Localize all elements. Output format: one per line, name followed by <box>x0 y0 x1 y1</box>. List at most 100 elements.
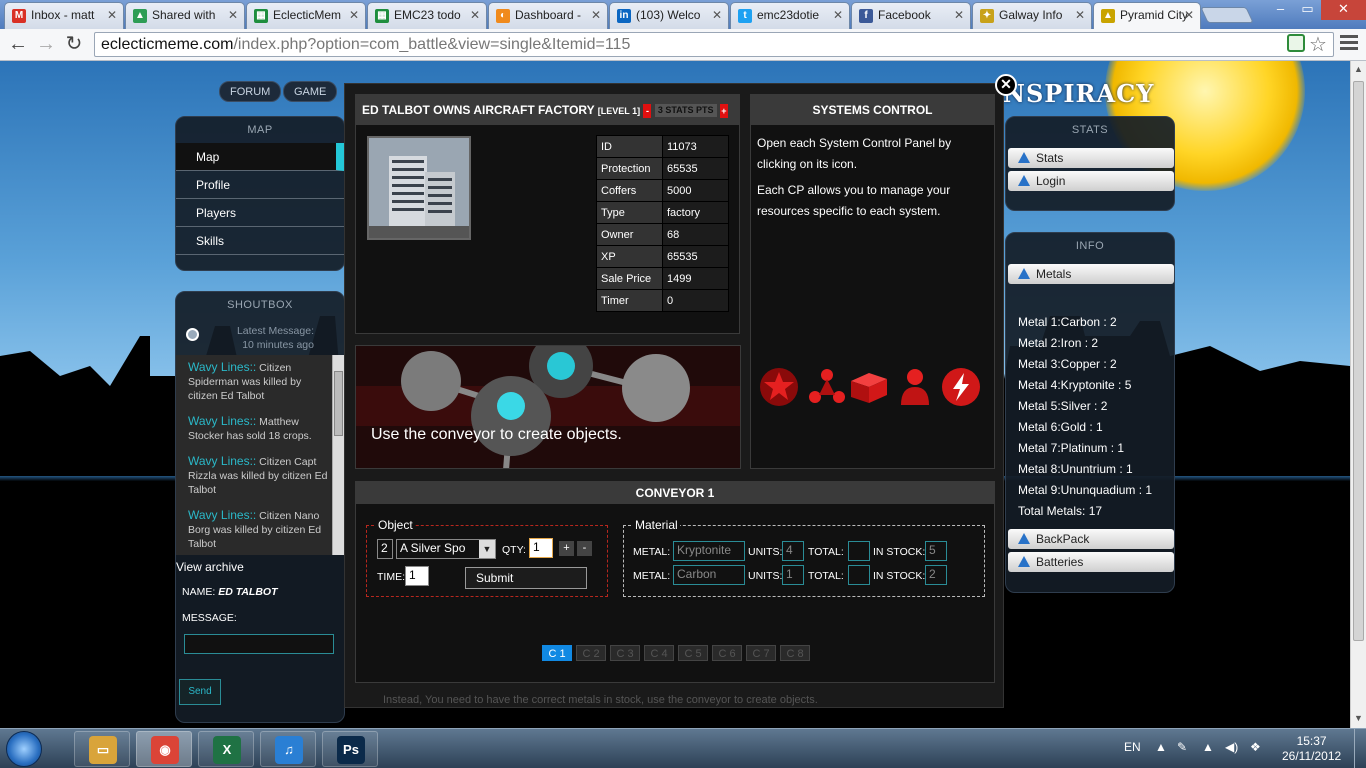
tab-close-icon[interactable]: ✕ <box>954 8 964 22</box>
volume-icon[interactable]: ◀) <box>1225 740 1238 754</box>
qty-plus-button[interactable]: + <box>559 541 574 556</box>
tab-conveyor-6[interactable]: C 6 <box>712 645 742 661</box>
browser-tab[interactable]: in (103) Welco ✕ <box>609 2 729 29</box>
back-icon[interactable]: ← <box>6 33 30 57</box>
tab-conveyor-3[interactable]: C 3 <box>610 645 640 661</box>
tab-conveyor-4[interactable]: C 4 <box>644 645 674 661</box>
message-input[interactable] <box>184 634 334 654</box>
game-button[interactable]: GAME <box>283 81 338 102</box>
taskbar-app[interactable]: ♫ <box>260 731 316 767</box>
metal-field[interactable]: Carbon <box>673 565 745 585</box>
login-button[interactable]: Login <box>1008 171 1174 191</box>
tab-close-icon[interactable]: ✕ <box>1184 8 1194 22</box>
tab-close-icon[interactable]: ✕ <box>833 8 843 22</box>
browser-tab[interactable]: ▲ Shared with ✕ <box>125 2 245 29</box>
browser-tab[interactable]: ▲ Pyramid City ✕ <box>1093 2 1201 29</box>
total-field[interactable] <box>848 565 870 585</box>
sidebar-item-skills[interactable]: Skills <box>176 227 344 255</box>
object-select[interactable]: A Silver Spo ▼ <box>396 539 496 559</box>
tab-close-icon[interactable]: ✕ <box>1075 8 1085 22</box>
tab-close-icon[interactable]: ✕ <box>712 8 722 22</box>
view-archive-link[interactable]: View archive <box>176 560 244 574</box>
metals-button[interactable]: Metals <box>1008 264 1174 284</box>
taskbar-app[interactable]: ◉ <box>136 731 192 767</box>
person-icon[interactable] <box>895 367 935 407</box>
scroll-down-icon[interactable]: ▼ <box>1354 713 1363 723</box>
tab-conveyor-1[interactable]: C 1 <box>542 645 572 661</box>
shout-user[interactable]: Wavy Lines:: <box>188 454 256 468</box>
maximize-icon[interactable]: ▭ <box>1294 0 1321 20</box>
taskbar-app[interactable]: Ps <box>322 731 378 767</box>
tab-close-icon[interactable]: ✕ <box>349 8 359 22</box>
tab-close-icon[interactable]: ✕ <box>470 8 480 22</box>
stock-field[interactable]: 5 <box>925 541 947 561</box>
bookmark-star-icon[interactable]: ☆ <box>1309 32 1327 57</box>
show-desktop-button[interactable] <box>1354 729 1366 768</box>
taskbar-app[interactable]: ▭ <box>74 731 130 767</box>
drive-sync-icon[interactable]: ▲ <box>1202 740 1214 754</box>
tab-conveyor-5[interactable]: C 5 <box>678 645 708 661</box>
close-icon[interactable]: ✕ <box>995 74 1017 96</box>
box-icon[interactable] <box>849 367 889 407</box>
network-pin-icon[interactable]: ✎ <box>1177 740 1187 754</box>
browser-tab[interactable]: ▦ EclecticMem ✕ <box>246 2 366 29</box>
browser-tab[interactable]: ▦ EMC23 todo ✕ <box>367 2 487 29</box>
browser-tab[interactable]: f Facebook ✕ <box>851 2 971 29</box>
shout-user[interactable]: Wavy Lines:: <box>188 360 256 374</box>
forward-icon[interactable]: → <box>34 33 58 57</box>
stock-field[interactable]: 2 <box>925 565 947 585</box>
stats-minus-button[interactable]: - <box>643 103 652 118</box>
tab-conveyor-2[interactable]: C 2 <box>576 645 606 661</box>
send-button[interactable]: Send <box>179 679 221 705</box>
browser-tab[interactable]: ◐ Dashboard - ✕ <box>488 2 608 29</box>
tab-conveyor-7[interactable]: C 7 <box>746 645 776 661</box>
browser-tab[interactable]: M Inbox - matt ✕ <box>4 2 124 29</box>
tab-close-icon[interactable]: ✕ <box>107 8 117 22</box>
page-scrollbar[interactable]: ▲ ▼ <box>1350 61 1366 728</box>
tab-close-icon[interactable]: ✕ <box>228 8 238 22</box>
units-field[interactable]: 1 <box>782 565 804 585</box>
language-indicator[interactable]: EN <box>1124 740 1141 754</box>
scroll-up-icon[interactable]: ▲ <box>1354 64 1363 74</box>
window-close-icon[interactable]: ✕ <box>1321 0 1366 20</box>
clock[interactable]: 15:37 26/11/2012 <box>1282 734 1341 764</box>
object-number-input[interactable]: 2 <box>377 539 393 559</box>
extension-icon[interactable] <box>1287 34 1305 52</box>
browser-tab[interactable]: ✦ Galway Info ✕ <box>972 2 1092 29</box>
new-tab-button[interactable] <box>1200 7 1254 23</box>
submit-button[interactable]: Submit <box>465 567 587 589</box>
qty-minus-button[interactable]: - <box>577 541 592 556</box>
tray-expand-icon[interactable]: ▲ <box>1155 740 1167 754</box>
dropbox-icon[interactable]: ❖ <box>1250 740 1261 754</box>
shout-scrollbar[interactable] <box>332 355 344 555</box>
tab-conveyor-8[interactable]: C 8 <box>780 645 810 661</box>
total-field[interactable] <box>848 541 870 561</box>
start-button[interactable] <box>6 731 42 767</box>
metal-field[interactable]: Kryptonite <box>673 541 745 561</box>
forum-button[interactable]: FORUM <box>219 81 282 102</box>
browser-tab[interactable]: t emc23dotie ✕ <box>730 2 850 29</box>
address-bar[interactable]: eclecticmeme.com/index.php?option=com_ba… <box>94 32 1334 57</box>
time-input[interactable]: 1 <box>405 566 429 586</box>
lightning-icon[interactable] <box>941 367 981 407</box>
shout-user[interactable]: Wavy Lines:: <box>188 508 256 522</box>
molecule-icon[interactable] <box>807 367 847 407</box>
taskbar-app[interactable]: X <box>198 731 254 767</box>
sidebar-item-profile[interactable]: Profile <box>176 171 344 199</box>
refresh-icon[interactable] <box>186 328 199 341</box>
reload-icon[interactable]: ↻ <box>62 33 86 57</box>
sidebar-item-map[interactable]: Map <box>176 143 344 171</box>
stats-plus-button[interactable]: + <box>719 103 728 118</box>
chevron-down-icon[interactable]: ▼ <box>479 540 495 558</box>
scroll-thumb[interactable] <box>1353 81 1364 641</box>
sidebar-item-players[interactable]: Players <box>176 199 344 227</box>
batteries-button[interactable]: Batteries <box>1008 552 1174 572</box>
browser-menu-icon[interactable] <box>1340 35 1358 51</box>
shout-user[interactable]: Wavy Lines:: <box>188 414 256 428</box>
backpack-button[interactable]: BackPack <box>1008 529 1174 549</box>
minimize-icon[interactable]: – <box>1267 0 1294 20</box>
qty-input[interactable]: 1 <box>529 538 553 558</box>
tab-close-icon[interactable]: ✕ <box>591 8 601 22</box>
star-icon[interactable] <box>759 367 799 407</box>
stats-button[interactable]: Stats <box>1008 148 1174 168</box>
